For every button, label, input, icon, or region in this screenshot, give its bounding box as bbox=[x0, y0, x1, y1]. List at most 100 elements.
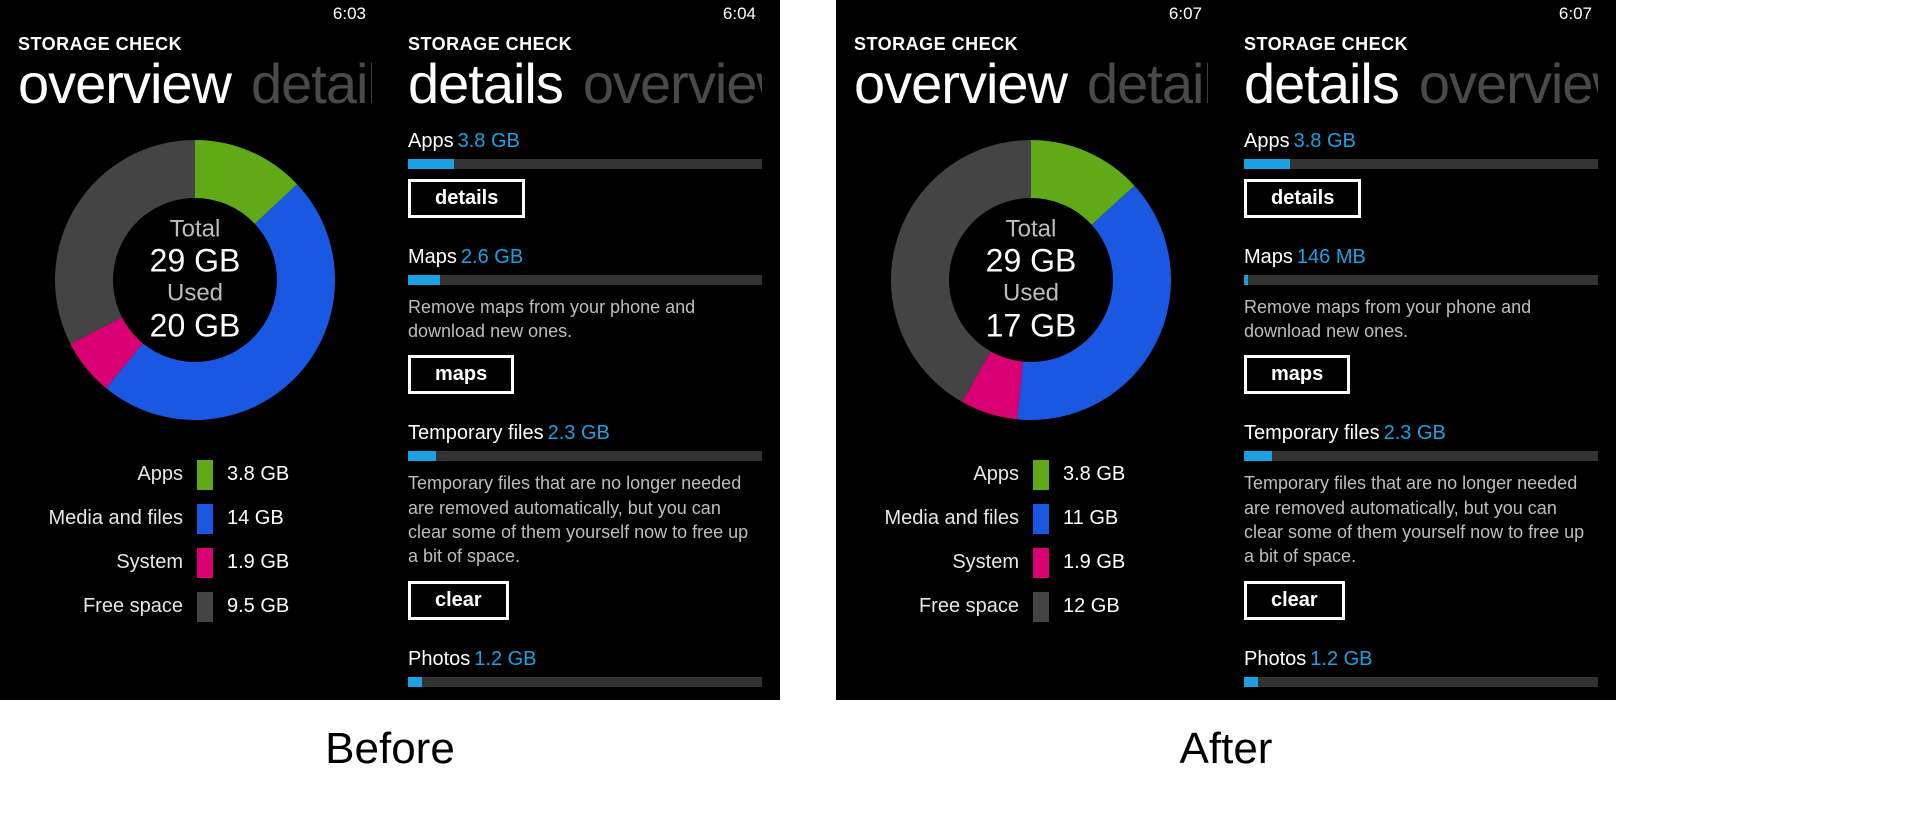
app-title: STORAGE CHECK bbox=[854, 34, 1208, 55]
pivot-tabs: details overview bbox=[1244, 55, 1598, 114]
legend-swatch bbox=[1033, 592, 1049, 622]
details-button[interactable]: details bbox=[408, 179, 525, 218]
legend-label: Media and files bbox=[854, 507, 1019, 530]
detail-size: 3.8 GB bbox=[1294, 130, 1356, 152]
details-button[interactable]: details bbox=[1244, 179, 1361, 218]
status-bar: 6:03 bbox=[18, 0, 372, 28]
detail-name: Temporary files bbox=[408, 422, 544, 444]
caption-after: After bbox=[1180, 724, 1273, 774]
usage-bar bbox=[1244, 677, 1598, 687]
clear-button[interactable]: clear bbox=[408, 581, 509, 620]
detail-name: Temporary files bbox=[1244, 422, 1380, 444]
detail-size: 3.8 GB bbox=[458, 130, 520, 152]
tab-overview[interactable]: overview bbox=[854, 55, 1067, 114]
usage-bar bbox=[1244, 159, 1598, 169]
used-label: Used bbox=[986, 280, 1077, 308]
legend-swatch bbox=[1033, 460, 1049, 490]
detail-name: Photos bbox=[1244, 648, 1306, 670]
tab-overview[interactable]: overview bbox=[583, 55, 762, 114]
app-title: STORAGE CHECK bbox=[1244, 34, 1598, 55]
detail-heading: Maps2.6 GB bbox=[408, 246, 762, 269]
tab-details[interactable]: details bbox=[1087, 55, 1208, 114]
detail-description: Remove maps from your phone and download… bbox=[1244, 295, 1598, 344]
legend-label: Apps bbox=[854, 463, 1019, 486]
legend-label: Media and files bbox=[18, 507, 183, 530]
usage-bar-fill bbox=[408, 275, 440, 285]
usage-bar-fill bbox=[1244, 451, 1272, 461]
total-label: Total bbox=[150, 215, 241, 243]
clock: 6:07 bbox=[1559, 4, 1592, 24]
maps-button[interactable]: maps bbox=[408, 355, 514, 394]
donut-center-text: Total 29 GB Used 20 GB bbox=[150, 215, 241, 344]
legend-row-apps: Apps3.8 GB bbox=[18, 460, 372, 490]
clock: 6:07 bbox=[1169, 4, 1202, 24]
details-panel-after: 6:07 STORAGE CHECK details overview Apps… bbox=[1226, 0, 1616, 700]
tab-overview[interactable]: overview bbox=[18, 55, 231, 114]
usage-bar-fill bbox=[408, 677, 422, 687]
legend-value: 1.9 GB bbox=[1063, 551, 1125, 574]
caption-before: Before bbox=[325, 724, 455, 774]
donut-center-text: Total 29 GB Used 17 GB bbox=[986, 215, 1077, 344]
detail-heading: Apps3.8 GB bbox=[1244, 130, 1598, 153]
detail-description: Temporary files that are no longer neede… bbox=[1244, 471, 1598, 568]
detail-name: Apps bbox=[408, 130, 454, 152]
tab-details[interactable]: details bbox=[1244, 55, 1399, 114]
legend-swatch bbox=[197, 548, 213, 578]
detail-size: 2.3 GB bbox=[548, 422, 610, 444]
detail-size: 1.2 GB bbox=[1310, 648, 1372, 670]
usage-bar-fill bbox=[1244, 275, 1248, 285]
tab-details[interactable]: details bbox=[251, 55, 372, 114]
app-title: STORAGE CHECK bbox=[408, 34, 762, 55]
usage-bar-fill bbox=[1244, 677, 1258, 687]
legend-label: Free space bbox=[854, 595, 1019, 618]
usage-bar-fill bbox=[408, 451, 436, 461]
used-value: 17 GB bbox=[986, 307, 1077, 344]
usage-bar bbox=[408, 677, 762, 687]
detail-block-photos: Photos1.2 GB bbox=[1244, 648, 1598, 687]
usage-bar bbox=[1244, 275, 1598, 285]
legend-value: 1.9 GB bbox=[227, 551, 289, 574]
legend-value: 9.5 GB bbox=[227, 595, 289, 618]
storage-donut-chart: Total 29 GB Used 20 GB bbox=[45, 130, 345, 430]
legend-row-system: System 1.9 GB bbox=[18, 548, 372, 578]
maps-button[interactable]: maps bbox=[1244, 355, 1350, 394]
clear-button[interactable]: clear bbox=[1244, 581, 1345, 620]
detail-heading: Maps146 MB bbox=[1244, 246, 1598, 269]
detail-size: 2.3 GB bbox=[1384, 422, 1446, 444]
detail-name: Photos bbox=[408, 648, 470, 670]
detail-size: 146 MB bbox=[1297, 246, 1366, 268]
status-bar: 6:04 bbox=[408, 0, 762, 28]
legend-value: 14 GB bbox=[227, 507, 284, 530]
usage-bar-fill bbox=[408, 159, 454, 169]
detail-block-temporary-files: Temporary files2.3 GB Temporary files tha… bbox=[1244, 422, 1598, 619]
legend-label: System bbox=[18, 551, 183, 574]
total-label: Total bbox=[986, 215, 1077, 243]
detail-name: Maps bbox=[408, 246, 457, 268]
detail-block-maps: Maps2.6 GB Remove maps from your phone an… bbox=[408, 246, 762, 395]
pivot-tabs: details overview bbox=[408, 55, 762, 114]
legend-swatch bbox=[1033, 504, 1049, 534]
detail-size: 1.2 GB bbox=[474, 648, 536, 670]
overview-panel-after: 6:07 STORAGE CHECK overview details Tota… bbox=[836, 0, 1226, 700]
pivot-tabs: overview details bbox=[18, 55, 372, 114]
total-value: 29 GB bbox=[986, 243, 1077, 280]
detail-block-temporary-files: Temporary files2.3 GBTemporary files tha… bbox=[408, 422, 762, 619]
legend-swatch bbox=[1033, 548, 1049, 578]
detail-size: 2.6 GB bbox=[461, 246, 523, 268]
pivot-tabs: overview details bbox=[854, 55, 1208, 114]
status-bar: 6:07 bbox=[854, 0, 1208, 28]
detail-block-apps: Apps3.8 GB details bbox=[1244, 130, 1598, 218]
before-group: 6:03 STORAGE CHECK overview details Tota… bbox=[0, 0, 780, 774]
tab-overview[interactable]: overview bbox=[1419, 55, 1598, 114]
legend-swatch bbox=[197, 592, 213, 622]
used-value: 20 GB bbox=[150, 307, 241, 344]
detail-name: Apps bbox=[1244, 130, 1290, 152]
legend-row-media-and-files: Media and files 14 GB bbox=[18, 504, 372, 534]
detail-description: Remove maps from your phone and download… bbox=[408, 295, 762, 344]
tab-details[interactable]: details bbox=[408, 55, 563, 114]
legend-value: 3.8 GB bbox=[227, 463, 289, 486]
detail-heading: Apps3.8 GB bbox=[408, 130, 762, 153]
legend-swatch bbox=[197, 504, 213, 534]
status-bar: 6:07 bbox=[1244, 0, 1598, 28]
detail-heading: Photos1.2 GB bbox=[408, 648, 762, 671]
